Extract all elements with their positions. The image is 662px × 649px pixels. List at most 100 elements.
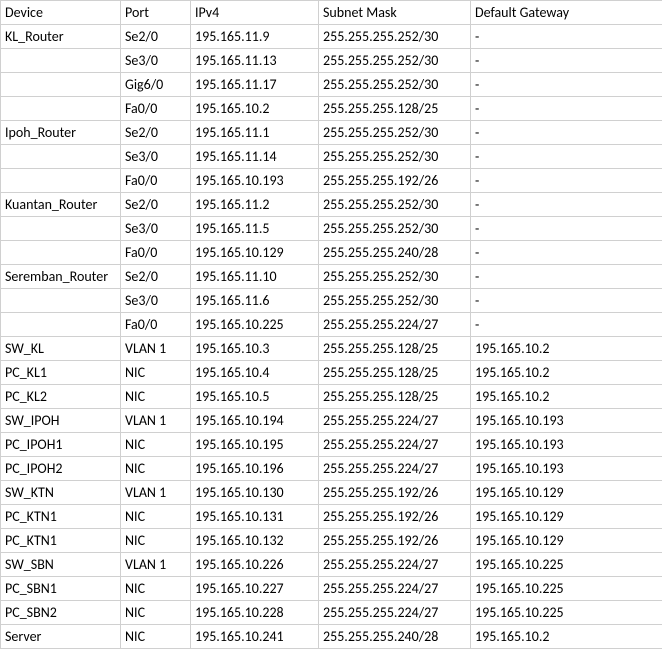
table-row: PC_KL2NIC195.165.10.5255.255.255.128/251… bbox=[1, 385, 662, 409]
cell-gateway: 195.165.10.2 bbox=[471, 625, 662, 649]
cell-gateway: 195.165.10.225 bbox=[471, 577, 662, 601]
cell-port: Se2/0 bbox=[121, 265, 191, 289]
table-row: Se3/0195.165.11.14255.255.255.252/30- bbox=[1, 145, 662, 169]
cell-port: Se3/0 bbox=[121, 49, 191, 73]
table-row: PC_SBN1NIC195.165.10.227255.255.255.224/… bbox=[1, 577, 662, 601]
cell-mask: 255.255.255.252/30 bbox=[319, 289, 471, 313]
cell-gateway: - bbox=[471, 193, 662, 217]
cell-gateway: 195.165.10.2 bbox=[471, 385, 662, 409]
cell-mask: 255.255.255.252/30 bbox=[319, 73, 471, 97]
cell-gateway: - bbox=[471, 169, 662, 193]
table-row: PC_KTN1NIC195.165.10.131255.255.255.192/… bbox=[1, 505, 662, 529]
cell-device: KL_Router bbox=[1, 25, 121, 49]
cell-gateway: - bbox=[471, 121, 662, 145]
cell-device bbox=[1, 169, 121, 193]
cell-ipv4: 195.165.10.193 bbox=[191, 169, 319, 193]
cell-gateway: 195.165.10.225 bbox=[471, 553, 662, 577]
cell-ipv4: 195.165.10.5 bbox=[191, 385, 319, 409]
cell-device bbox=[1, 49, 121, 73]
cell-device: Ipoh_Router bbox=[1, 121, 121, 145]
cell-mask: 255.255.255.192/26 bbox=[319, 505, 471, 529]
cell-device: PC_KL2 bbox=[1, 385, 121, 409]
cell-device bbox=[1, 241, 121, 265]
cell-gateway: 195.165.10.2 bbox=[471, 361, 662, 385]
cell-ipv4: 195.165.10.196 bbox=[191, 457, 319, 481]
cell-gateway: 195.165.10.193 bbox=[471, 457, 662, 481]
cell-port: VLAN 1 bbox=[121, 481, 191, 505]
table-row: PC_IPOH2NIC195.165.10.196255.255.255.224… bbox=[1, 457, 662, 481]
cell-mask: 255.255.255.224/27 bbox=[319, 409, 471, 433]
header-row: Device Port IPv4 Subnet Mask Default Gat… bbox=[1, 1, 662, 25]
cell-device: Seremban_Router bbox=[1, 265, 121, 289]
cell-ipv4: 195.165.10.132 bbox=[191, 529, 319, 553]
cell-port: Fa0/0 bbox=[121, 241, 191, 265]
cell-port: Gig6/0 bbox=[121, 73, 191, 97]
cell-mask: 255.255.255.224/27 bbox=[319, 313, 471, 337]
table-row: Fa0/0195.165.10.129255.255.255.240/28- bbox=[1, 241, 662, 265]
cell-port: Se2/0 bbox=[121, 25, 191, 49]
cell-ipv4: 195.165.11.6 bbox=[191, 289, 319, 313]
cell-device: PC_SBN1 bbox=[1, 577, 121, 601]
table-row: Gig6/0195.165.11.17255.255.255.252/30- bbox=[1, 73, 662, 97]
cell-port: NIC bbox=[121, 625, 191, 649]
table-row: Fa0/0195.165.10.193255.255.255.192/26- bbox=[1, 169, 662, 193]
network-table: Device Port IPv4 Subnet Mask Default Gat… bbox=[0, 0, 662, 649]
cell-mask: 255.255.255.128/25 bbox=[319, 385, 471, 409]
cell-gateway: - bbox=[471, 241, 662, 265]
cell-mask: 255.255.255.252/30 bbox=[319, 121, 471, 145]
cell-gateway: - bbox=[471, 49, 662, 73]
cell-ipv4: 195.165.10.131 bbox=[191, 505, 319, 529]
table-row: SW_KLVLAN 1195.165.10.3255.255.255.128/2… bbox=[1, 337, 662, 361]
table-row: PC_KL1NIC195.165.10.4255.255.255.128/251… bbox=[1, 361, 662, 385]
cell-gateway: - bbox=[471, 289, 662, 313]
cell-device: PC_IPOH1 bbox=[1, 433, 121, 457]
cell-ipv4: 195.165.11.1 bbox=[191, 121, 319, 145]
cell-ipv4: 195.165.11.14 bbox=[191, 145, 319, 169]
cell-device: SW_IPOH bbox=[1, 409, 121, 433]
cell-ipv4: 195.165.10.2 bbox=[191, 97, 319, 121]
cell-port: NIC bbox=[121, 601, 191, 625]
cell-device: Server bbox=[1, 625, 121, 649]
table-row: Fa0/0195.165.10.2255.255.255.128/25- bbox=[1, 97, 662, 121]
table-row: Kuantan_RouterSe2/0195.165.11.2255.255.2… bbox=[1, 193, 662, 217]
cell-gateway: - bbox=[471, 97, 662, 121]
table-row: SW_IPOHVLAN 1195.165.10.194255.255.255.2… bbox=[1, 409, 662, 433]
cell-device: PC_KTN1 bbox=[1, 529, 121, 553]
cell-mask: 255.255.255.252/30 bbox=[319, 145, 471, 169]
table-row: Se3/0195.165.11.13255.255.255.252/30- bbox=[1, 49, 662, 73]
cell-ipv4: 195.165.11.2 bbox=[191, 193, 319, 217]
cell-gateway: - bbox=[471, 217, 662, 241]
cell-ipv4: 195.165.10.130 bbox=[191, 481, 319, 505]
cell-ipv4: 195.165.10.4 bbox=[191, 361, 319, 385]
cell-mask: 255.255.255.192/26 bbox=[319, 481, 471, 505]
table-row: SW_KTNVLAN 1195.165.10.130255.255.255.19… bbox=[1, 481, 662, 505]
table-row: Seremban_RouterSe2/0195.165.11.10255.255… bbox=[1, 265, 662, 289]
cell-mask: 255.255.255.252/30 bbox=[319, 265, 471, 289]
table-row: KL_RouterSe2/0195.165.11.9255.255.255.25… bbox=[1, 25, 662, 49]
cell-port: NIC bbox=[121, 505, 191, 529]
table-row: Ipoh_RouterSe2/0195.165.11.1255.255.255.… bbox=[1, 121, 662, 145]
table-row: Se3/0195.165.11.5255.255.255.252/30- bbox=[1, 217, 662, 241]
cell-device: PC_KL1 bbox=[1, 361, 121, 385]
cell-port: Se3/0 bbox=[121, 289, 191, 313]
cell-mask: 255.255.255.192/26 bbox=[319, 529, 471, 553]
cell-gateway: 195.165.10.193 bbox=[471, 409, 662, 433]
header-gateway: Default Gateway bbox=[471, 1, 662, 25]
cell-port: VLAN 1 bbox=[121, 409, 191, 433]
cell-ipv4: 195.165.11.10 bbox=[191, 265, 319, 289]
cell-ipv4: 195.165.10.195 bbox=[191, 433, 319, 457]
table-row: PC_IPOH1NIC195.165.10.195255.255.255.224… bbox=[1, 433, 662, 457]
header-port: Port bbox=[121, 1, 191, 25]
cell-device: PC_IPOH2 bbox=[1, 457, 121, 481]
header-mask: Subnet Mask bbox=[319, 1, 471, 25]
table-row: PC_SBN2NIC195.165.10.228255.255.255.224/… bbox=[1, 601, 662, 625]
table-row: ServerNIC195.165.10.241255.255.255.240/2… bbox=[1, 625, 662, 649]
header-ipv4: IPv4 bbox=[191, 1, 319, 25]
cell-device: PC_SBN2 bbox=[1, 601, 121, 625]
cell-gateway: - bbox=[471, 145, 662, 169]
cell-mask: 255.255.255.192/26 bbox=[319, 169, 471, 193]
cell-mask: 255.255.255.240/28 bbox=[319, 625, 471, 649]
cell-mask: 255.255.255.128/25 bbox=[319, 337, 471, 361]
cell-mask: 255.255.255.252/30 bbox=[319, 25, 471, 49]
cell-device bbox=[1, 73, 121, 97]
